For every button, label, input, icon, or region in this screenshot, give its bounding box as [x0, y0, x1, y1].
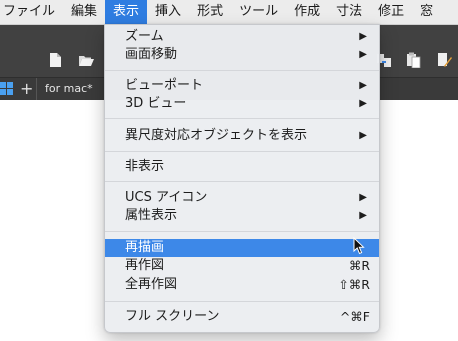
- keyboard-shortcut: ⇧⌘R: [338, 277, 370, 292]
- menu-separator: [105, 118, 379, 119]
- paste-icon[interactable]: [405, 52, 421, 68]
- menu-item-label: 再作図: [125, 258, 165, 273]
- mouse-pointer-icon: [353, 237, 365, 255]
- menu-item-redraw[interactable]: 再描画: [105, 239, 379, 257]
- menu-item-label: ビューポート: [125, 78, 204, 93]
- submenu-arrow-icon: ▶: [359, 49, 367, 60]
- menu-modify[interactable]: 修正: [370, 0, 412, 24]
- submenu-arrow-icon: ▶: [359, 210, 367, 221]
- menu-edit[interactable]: 編集: [63, 0, 105, 24]
- view-dropdown-menu: ズーム ▶ 画面移動 ▶ ビューポート ▶ 3D ビュー ▶ 異尺度対応オブジェ…: [104, 24, 380, 333]
- submenu-arrow-icon: ▶: [359, 192, 367, 203]
- menu-item-attribute-display[interactable]: 属性表示 ▶: [105, 207, 379, 225]
- menu-bar: ファイル 編集 表示 挿入 形式 ツール 作成 寸法 修正 窓: [0, 0, 458, 25]
- menu-tools[interactable]: ツール: [231, 0, 286, 24]
- menu-item-pan[interactable]: 画面移動 ▶: [105, 46, 379, 64]
- menu-view[interactable]: 表示: [105, 0, 148, 24]
- menu-item-3d-view[interactable]: 3D ビュー ▶: [105, 95, 379, 113]
- menu-item-label: UCS アイコン: [125, 190, 208, 205]
- menu-separator: [105, 301, 379, 302]
- menu-dimension[interactable]: 寸法: [328, 0, 370, 24]
- menu-item-label: 属性表示: [125, 208, 178, 223]
- submenu-arrow-icon: ▶: [359, 80, 367, 91]
- menu-file[interactable]: ファイル: [0, 0, 63, 24]
- menu-window[interactable]: 窓: [412, 0, 441, 24]
- menu-item-regen-all[interactable]: 全再作図 ⇧⌘R: [105, 276, 379, 294]
- menu-item-fullscreen[interactable]: フル スクリーン ^⌘F: [105, 308, 379, 326]
- menu-separator: [105, 181, 379, 182]
- menu-item-show-annotative[interactable]: 異尺度対応オブジェクトを表示 ▶: [105, 127, 379, 145]
- menu-format[interactable]: 形式: [189, 0, 231, 24]
- menu-item-zoom[interactable]: ズーム ▶: [105, 28, 379, 46]
- menu-item-viewports[interactable]: ビューポート ▶: [105, 77, 379, 95]
- keyboard-shortcut: ⌘R: [348, 258, 370, 273]
- menu-item-label: 3D ビュー: [125, 96, 187, 111]
- menu-item-label: 画面移動: [125, 47, 178, 62]
- menu-insert[interactable]: 挿入: [147, 0, 189, 24]
- document-tab[interactable]: for mac*: [36, 78, 101, 100]
- grid-view-icon[interactable]: [0, 82, 13, 95]
- menu-item-label: 再描画: [125, 240, 165, 255]
- open-folder-icon[interactable]: [78, 52, 94, 68]
- menu-item-ucs-icon[interactable]: UCS アイコン ▶: [105, 189, 379, 207]
- menu-item-label: 非表示: [125, 159, 165, 174]
- submenu-arrow-icon: ▶: [359, 31, 367, 42]
- menu-separator: [105, 151, 379, 152]
- submenu-arrow-icon: ▶: [359, 130, 367, 141]
- menu-separator: [105, 231, 379, 232]
- menu-separator: [105, 70, 379, 71]
- new-file-icon[interactable]: [47, 52, 63, 68]
- add-tab-button[interactable]: +: [20, 78, 33, 100]
- menu-item-label: フル スクリーン: [125, 309, 220, 324]
- menu-item-label: 異尺度対応オブジェクトを表示: [125, 128, 308, 143]
- menu-item-hide[interactable]: 非表示: [105, 158, 379, 176]
- menu-item-regen[interactable]: 再作図 ⌘R: [105, 257, 379, 275]
- keyboard-shortcut: ^⌘F: [339, 309, 370, 324]
- menu-item-label: 全再作図: [125, 277, 178, 292]
- menu-draw[interactable]: 作成: [286, 0, 328, 24]
- edit-icon[interactable]: [436, 52, 452, 68]
- menu-item-label: ズーム: [125, 29, 164, 44]
- submenu-arrow-icon: ▶: [359, 98, 367, 109]
